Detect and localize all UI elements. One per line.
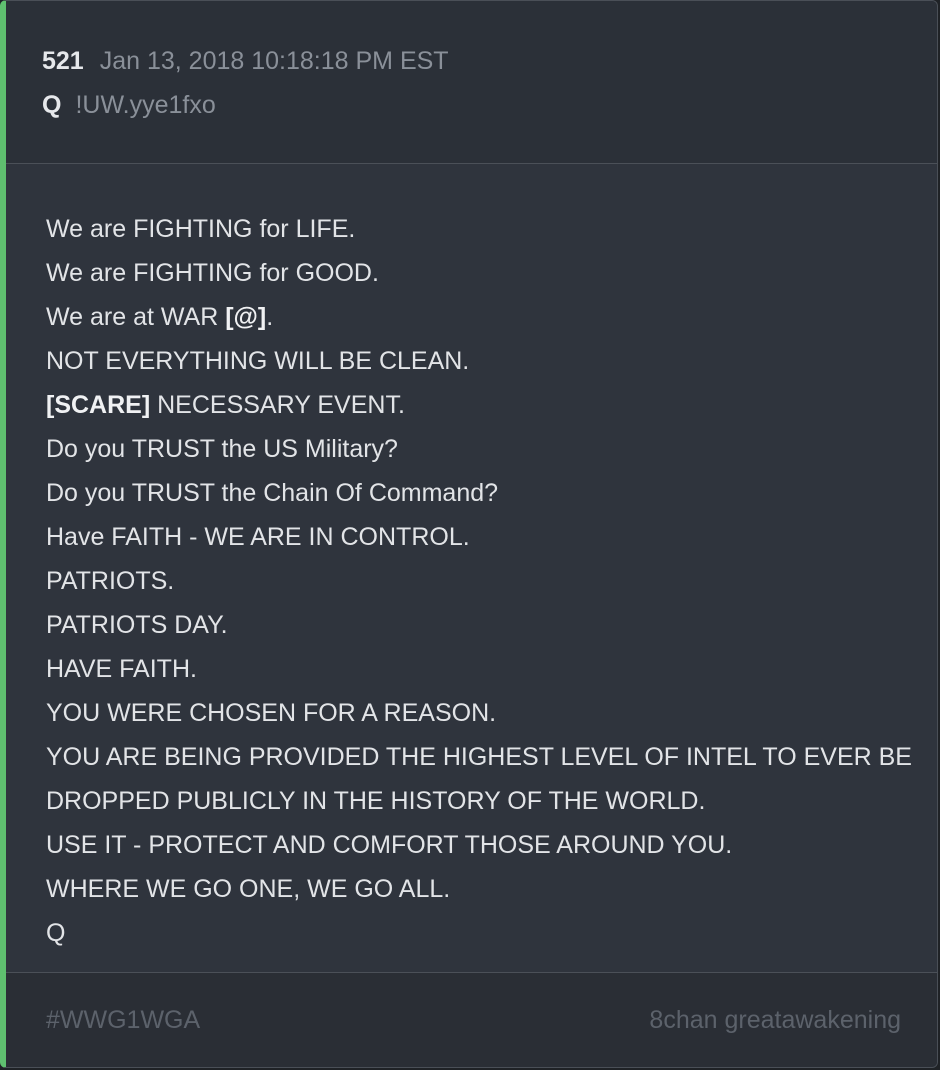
post-line-text: USE IT - PROTECT AND COMFORT THOSE AROUN…: [46, 831, 733, 859]
post-card: 521 Jan 13, 2018 10:18:18 PM EST Q !UW.y…: [0, 0, 938, 1068]
post-line-text: NECESSARY EVENT.: [150, 391, 405, 419]
post-line: Do you TRUST the US Military?: [46, 427, 917, 471]
post-line-text: We are at WAR: [46, 303, 226, 331]
post-date: Jan 13, 2018 10:18:18 PM EST: [99, 47, 449, 75]
post-text: We are FIGHTING for LIFE. We are FIGHTING…: [46, 207, 917, 955]
post-line-text: Do you TRUST the Chain Of Command?: [46, 479, 499, 507]
post-number[interactable]: 521: [42, 47, 84, 76]
tripcode: !UW.yye1fxo: [75, 91, 216, 119]
post-footer: #WWG1WGA 8chan greatawakening: [6, 972, 937, 1067]
post-line: Q: [46, 911, 917, 955]
post-line-text: We are FIGHTING for LIFE.: [46, 215, 356, 243]
post-line: [SCARE] NECESSARY EVENT.: [46, 383, 917, 427]
post-line-text: We are FIGHTING for GOOD.: [46, 259, 379, 287]
post-line-text: Do you TRUST the US Military?: [46, 435, 398, 463]
post-line: NOT EVERYTHING WILL BE CLEAN.: [46, 339, 917, 383]
author-name: Q: [42, 91, 62, 119]
post-line: HAVE FAITH.: [46, 647, 917, 691]
post-line-text: Have FAITH - WE ARE IN CONTROL.: [46, 523, 470, 551]
post-line: PATRIOTS.: [46, 559, 917, 603]
post-line: WHERE WE GO ONE, WE GO ALL.: [46, 867, 917, 911]
post-line-text: PATRIOTS.: [46, 567, 175, 595]
post-line: DROPPED PUBLICLY IN THE HISTORY OF THE W…: [46, 779, 917, 823]
source-link[interactable]: 8chan greatawakening: [649, 1006, 901, 1035]
post-line: We are at WAR [@].: [46, 295, 917, 339]
post-line-text: YOU WERE CHOSEN FOR A REASON.: [46, 699, 497, 727]
post-line: USE IT - PROTECT AND COMFORT THOSE AROUN…: [46, 823, 917, 867]
post-line: We are FIGHTING for GOOD.: [46, 251, 917, 295]
post-line: PATRIOTS DAY.: [46, 603, 917, 647]
post-line: We are FIGHTING for LIFE.: [46, 207, 917, 251]
post-body: We are FIGHTING for LIFE. We are FIGHTING…: [6, 164, 937, 974]
post-line-text: .: [266, 303, 274, 331]
post-line-text: HAVE FAITH.: [46, 655, 197, 683]
post-line-text: NOT EVERYTHING WILL BE CLEAN.: [46, 347, 470, 375]
post-line-text: DROPPED PUBLICLY IN THE HISTORY OF THE W…: [46, 787, 706, 815]
post-line-text: PATRIOTS DAY.: [46, 611, 228, 639]
post-line-text: Q: [46, 919, 66, 947]
post-line: YOU WERE CHOSEN FOR A REASON.: [46, 691, 917, 735]
author-row: Q !UW.yye1fxo: [42, 91, 216, 120]
post-line: Have FAITH - WE ARE IN CONTROL.: [46, 515, 917, 559]
hashtag-link[interactable]: #WWG1WGA: [46, 1006, 200, 1035]
post-meta-row: 521 Jan 13, 2018 10:18:18 PM EST: [42, 47, 449, 76]
post-line-bold: [SCARE]: [46, 391, 151, 419]
post-line: YOU ARE BEING PROVIDED THE HIGHEST LEVEL…: [46, 735, 917, 779]
post-line-text: WHERE WE GO ONE, WE GO ALL.: [46, 875, 451, 903]
post-header: 521 Jan 13, 2018 10:18:18 PM EST Q !UW.y…: [6, 1, 937, 164]
post-line: Do you TRUST the Chain Of Command?: [46, 471, 917, 515]
post-line-bold: [@]: [225, 303, 267, 331]
post-line-text: YOU ARE BEING PROVIDED THE HIGHEST LEVEL…: [46, 743, 912, 771]
